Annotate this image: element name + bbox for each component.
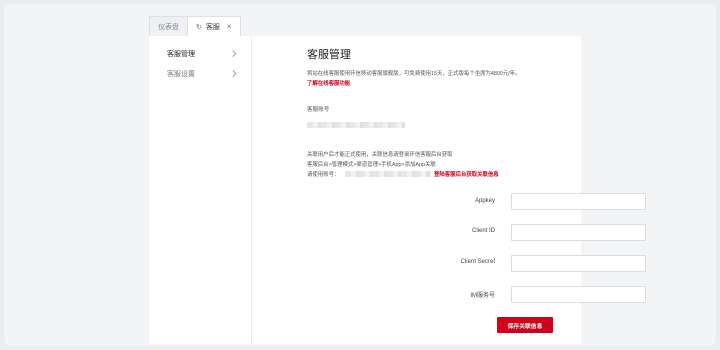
sidebar-item-service-settings[interactable]: 客服设置	[149, 64, 251, 84]
sidebar-item-service-management[interactable]: 客服管理	[149, 44, 251, 64]
chevron-right-icon	[232, 50, 237, 57]
client-secret-label: Client Secret	[460, 259, 495, 265]
login-admin-link[interactable]: 登陆客服后台获取关联信息	[434, 170, 499, 178]
client-id-input[interactable]	[511, 224, 646, 241]
im-service-number-label: IM服务号	[470, 293, 495, 299]
account-label: 客服账号	[307, 107, 330, 113]
sidebar-item-label: 客服管理	[167, 51, 195, 58]
tab-customer-service-label: 客服	[205, 23, 220, 31]
note-line-1: 关联用户后才能正式使用，关联信息请登录环信客服后台获取	[307, 152, 453, 158]
tab-bar: 仪表盘 ↻ 客服 ×	[149, 16, 241, 36]
client-secret-input[interactable]	[511, 255, 646, 272]
sidebar: 客服管理 客服设置	[149, 36, 252, 344]
service-description: 将站在线客服使用环信移动客服旗舰版，可免费使用15天，正式版每个坐席为4800元…	[307, 71, 521, 77]
note-line-2: 客服后台>管理模式>渠道管理>手机App>添加App关联	[307, 162, 436, 168]
account-redacted	[345, 171, 431, 177]
save-binding-button[interactable]: 保存关联信息	[497, 317, 553, 333]
appkey-input[interactable]	[511, 193, 646, 210]
account-value-redacted	[307, 122, 405, 128]
learn-more-link[interactable]: 了解在线客服功能	[307, 79, 350, 87]
close-icon[interactable]: ×	[227, 22, 232, 31]
app-frame: 仪表盘 ↻ 客服 × 客服管理 客服设置 客服管理 将站在线客服使用环信移动客服…	[4, 4, 716, 346]
page-title: 客服管理	[307, 49, 351, 61]
appkey-label: Appkey	[474, 198, 495, 204]
tab-customer-service[interactable]: ↻ 客服 ×	[187, 16, 241, 36]
content-area: 客服管理 将站在线客服使用环信移动客服旗舰版，可免费使用15天，正式版每个坐席为…	[307, 36, 646, 344]
client-id-label: Client ID	[471, 228, 495, 234]
im-service-number-input[interactable]	[511, 286, 646, 303]
tab-dashboard-label: 仪表盘	[158, 23, 179, 31]
sidebar-item-label: 客服设置	[167, 71, 195, 78]
chevron-right-icon	[232, 70, 237, 77]
refresh-icon[interactable]: ↻	[196, 23, 202, 31]
note-line-3-prefix: 请使用账号：	[307, 172, 340, 178]
tab-dashboard[interactable]: 仪表盘	[149, 16, 188, 36]
main-panel: 客服管理 客服设置 客服管理 将站在线客服使用环信移动客服旗舰版，可免费使用15…	[149, 36, 646, 344]
